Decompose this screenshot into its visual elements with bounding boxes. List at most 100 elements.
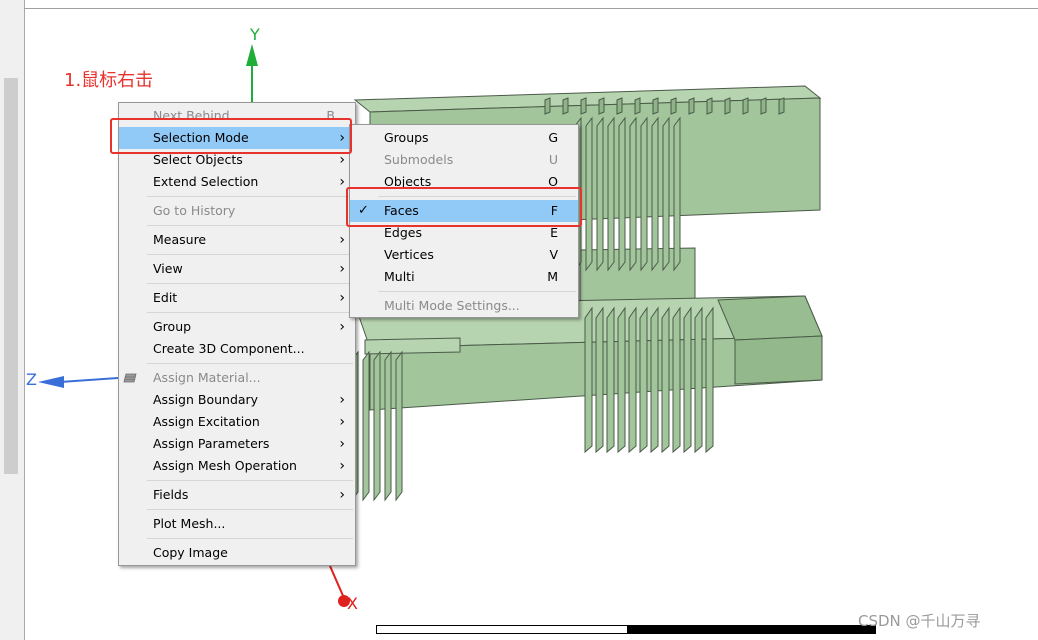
model-face[interactable]	[598, 97, 605, 115]
model-face[interactable]	[651, 116, 659, 272]
menu-item-label: Create 3D Component...	[153, 341, 305, 356]
z-axis-label: Z	[26, 370, 37, 389]
menu-item-measure[interactable]: Measure ›	[119, 229, 355, 251]
model-face[interactable]	[778, 97, 785, 115]
model-face[interactable]	[688, 97, 695, 115]
menu-item-next-behind: Next Behind B	[119, 105, 355, 127]
model-face[interactable]	[717, 295, 823, 341]
menu-item-label: Extend Selection	[153, 174, 259, 189]
menu-item-label: Multi	[384, 269, 415, 284]
model-face[interactable]	[596, 116, 604, 272]
model-face[interactable]	[616, 97, 623, 115]
menu-separator	[378, 291, 576, 292]
menu-item-assign-parameters[interactable]: Assign Parameters ›	[119, 433, 355, 455]
menu-item-create-3d-component[interactable]: Create 3D Component...	[119, 338, 355, 360]
menu-item-shortcut: G	[548, 130, 558, 145]
menu-item-extend-selection[interactable]: Extend Selection ›	[119, 171, 355, 193]
menu-item-label: Assign Mesh Operation	[153, 458, 297, 473]
menu-item-label: Next Behind	[153, 108, 230, 123]
menu-separator	[147, 225, 353, 226]
menu-item-multi[interactable]: Multi M	[350, 266, 578, 288]
menu-item-objects[interactable]: Objects O	[350, 171, 578, 193]
model-face[interactable]	[672, 306, 681, 454]
menu-item-plot-mesh[interactable]: Plot Mesh...	[119, 513, 355, 535]
model-face[interactable]	[384, 350, 392, 502]
model-face[interactable]	[706, 97, 713, 115]
menu-item-select-objects[interactable]: Select Objects ›	[119, 149, 355, 171]
menu-item-label: Groups	[384, 130, 429, 145]
menu-item-view[interactable]: View ›	[119, 258, 355, 280]
material-icon	[123, 373, 137, 383]
chevron-right-icon: ›	[339, 436, 345, 452]
x-axis-label: X	[347, 594, 358, 613]
model-face[interactable]	[395, 350, 403, 502]
menu-item-label: Selection Mode	[153, 130, 249, 145]
menu-item-label: View	[153, 261, 183, 276]
chevron-right-icon: ›	[339, 152, 345, 168]
chevron-right-icon: ›	[339, 290, 345, 306]
watermark: CSDN @千山万寻	[858, 612, 981, 630]
menu-item-edges[interactable]: Edges E	[350, 222, 578, 244]
x-axis: X	[329, 565, 358, 613]
model-face[interactable]	[585, 116, 593, 272]
model-face[interactable]	[618, 116, 626, 272]
menu-item-faces[interactable]: ✓ Faces F	[350, 200, 578, 222]
menu-item-label: Vertices	[384, 247, 434, 262]
chevron-right-icon: ›	[339, 392, 345, 408]
context-menu: Next Behind B Selection Mode › Select Object…	[118, 102, 356, 566]
model-face[interactable]	[724, 97, 731, 115]
model-face[interactable]	[629, 116, 637, 272]
menu-item-label: Submodels	[384, 152, 454, 167]
menu-item-label: Assign Parameters	[153, 436, 270, 451]
chevron-right-icon: ›	[339, 261, 345, 277]
model-face[interactable]	[607, 116, 615, 272]
menu-item-label: Objects	[384, 174, 432, 189]
menu-item-label: Assign Excitation	[153, 414, 260, 429]
model-face[interactable]	[640, 116, 648, 272]
menu-item-vertices[interactable]: Vertices V	[350, 244, 578, 266]
model-face[interactable]	[650, 306, 659, 454]
menu-item-shortcut: E	[550, 225, 558, 240]
model-face[interactable]	[373, 350, 381, 502]
menu-item-label: Assign Material...	[153, 370, 261, 385]
model-face[interactable]	[652, 97, 659, 115]
menu-item-group[interactable]: Group ›	[119, 316, 355, 338]
model-face[interactable]	[673, 116, 681, 272]
model-face[interactable]	[734, 335, 823, 385]
menu-item-assign-mesh-operation[interactable]: Assign Mesh Operation ›	[119, 455, 355, 477]
model-face[interactable]	[544, 97, 551, 115]
model-face[interactable]	[662, 116, 670, 272]
menu-item-copy-image[interactable]: Copy Image	[119, 542, 355, 564]
model-face[interactable]	[562, 97, 569, 115]
model-face[interactable]	[639, 306, 648, 454]
model-face[interactable]	[683, 306, 692, 454]
annotation-text: 1.鼠标右击	[64, 70, 154, 91]
model-face[interactable]	[670, 97, 677, 115]
model-face[interactable]	[364, 337, 461, 355]
model-face[interactable]	[580, 97, 587, 115]
model-face[interactable]	[595, 306, 604, 454]
z-axis: Z	[26, 370, 119, 389]
menu-separator	[147, 283, 353, 284]
menu-item-shortcut: O	[548, 174, 558, 189]
model-face[interactable]	[617, 306, 626, 454]
y-axis: Y	[246, 25, 260, 105]
model-face[interactable]	[694, 306, 703, 454]
menu-item-label: Go to History	[153, 203, 236, 218]
menu-item-assign-boundary[interactable]: Assign Boundary ›	[119, 389, 355, 411]
model-face[interactable]	[362, 350, 370, 502]
menu-item-groups[interactable]: Groups G	[350, 127, 578, 149]
model-face[interactable]	[606, 306, 615, 454]
menu-item-edit[interactable]: Edit ›	[119, 287, 355, 309]
model-face[interactable]	[634, 97, 641, 115]
model-face[interactable]	[661, 306, 670, 454]
model-face[interactable]	[760, 97, 767, 115]
menu-item-fields[interactable]: Fields ›	[119, 484, 355, 506]
menu-item-assign-excitation[interactable]: Assign Excitation ›	[119, 411, 355, 433]
menu-item-selection-mode[interactable]: Selection Mode ›	[119, 127, 355, 149]
model-face[interactable]	[584, 306, 593, 454]
model-face[interactable]	[742, 97, 749, 115]
model-face[interactable]	[628, 306, 637, 454]
model-face[interactable]	[705, 306, 714, 454]
y-axis-label: Y	[249, 25, 260, 44]
